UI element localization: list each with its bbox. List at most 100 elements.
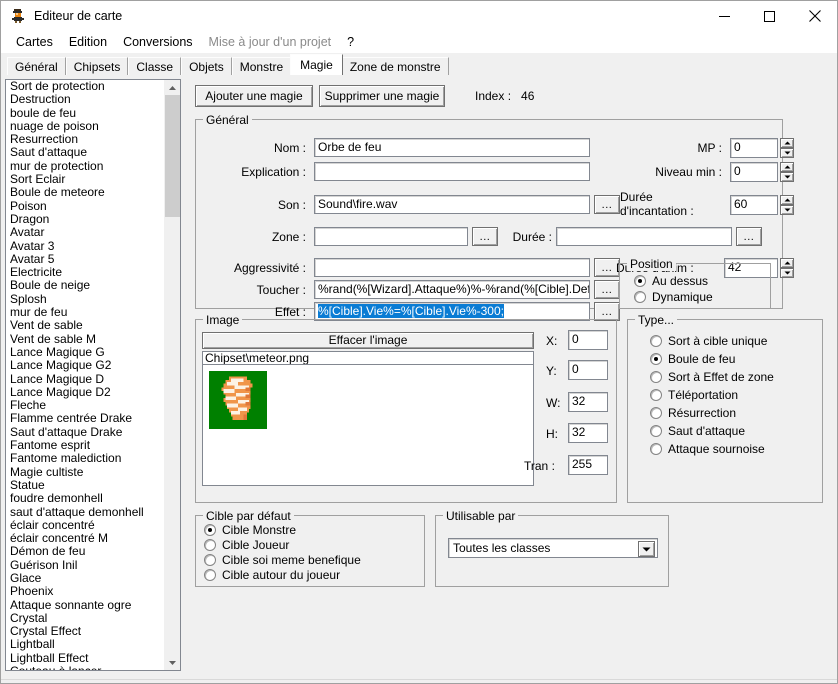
minimize-button[interactable] (702, 1, 747, 31)
duree-incantation-spinner[interactable] (780, 195, 794, 215)
mp-spin-up-icon[interactable] (780, 138, 794, 148)
chevron-down-icon[interactable] (638, 541, 655, 557)
niveau-min-spin-down-icon[interactable] (780, 172, 794, 182)
list-item[interactable]: Crystal Effect (6, 625, 164, 638)
menu-conversions[interactable]: Conversions (115, 34, 200, 50)
duree-browse-button[interactable]: ... (736, 227, 762, 246)
scroll-down-arrow-icon[interactable] (165, 655, 180, 670)
delete-spell-button[interactable]: Supprimer une magie (319, 85, 445, 107)
aggressivite-input[interactable] (314, 258, 590, 277)
menu-cartes[interactable]: Cartes (8, 34, 61, 50)
maximize-button[interactable] (747, 1, 792, 31)
list-item[interactable]: Electricite (6, 266, 164, 279)
classe-select[interactable]: Toutes les classes (448, 538, 658, 558)
list-item[interactable]: Flamme centrée Drake (6, 412, 164, 425)
list-item[interactable]: Destruction (6, 93, 164, 106)
list-item[interactable]: Saut d'attaque (6, 146, 164, 159)
spell-listbox[interactable]: Sort de protectionDestructionboule de fe… (5, 79, 181, 671)
list-item[interactable]: Statue (6, 479, 164, 492)
list-item[interactable]: Guérison Inil (6, 559, 164, 572)
menu-edition[interactable]: Edition (61, 34, 115, 50)
scrollbar-thumb[interactable] (165, 95, 180, 217)
list-item[interactable]: Lance Magique G2 (6, 359, 164, 372)
duree-anim-spin-down-icon[interactable] (780, 268, 794, 278)
toucher-input[interactable]: %rand(%[Wizard].Attaque%)%-%rand(%[Cible… (314, 280, 590, 299)
tab-magie[interactable]: Magie (290, 54, 343, 75)
scroll-up-arrow-icon[interactable] (165, 80, 180, 95)
type-option-0[interactable]: Sort à cible unique (650, 334, 767, 348)
duree-incantation-spin-up-icon[interactable] (780, 195, 794, 205)
cible-option-2[interactable]: Cible soi meme benefique (204, 553, 361, 567)
niveau-min-spin-up-icon[interactable] (780, 162, 794, 172)
niveau-min-spinner[interactable] (780, 162, 794, 182)
type-option-5[interactable]: Saut d'attaque (650, 424, 745, 438)
list-item[interactable]: Sort de protection (6, 80, 164, 93)
image-x-input[interactable]: 0 (568, 330, 608, 350)
list-item[interactable]: foudre demonhell (6, 492, 164, 505)
niveau-min-input[interactable]: 0 (730, 162, 778, 182)
type-option-4[interactable]: Résurrection (650, 406, 736, 420)
list-item[interactable]: Vent de sable (6, 319, 164, 332)
son-input[interactable]: Sound\fire.wav (314, 195, 590, 214)
tab-monstre[interactable]: Monstre (232, 57, 291, 75)
list-item[interactable]: Lightball (6, 638, 164, 651)
list-item[interactable]: Lance Magique D2 (6, 386, 164, 399)
close-button[interactable] (792, 1, 837, 31)
image-h-input[interactable]: 32 (568, 423, 608, 443)
list-item[interactable]: éclair concentré (6, 519, 164, 532)
tab-classe[interactable]: Classe (128, 57, 181, 75)
explication-input[interactable] (314, 162, 590, 181)
mp-input[interactable]: 0 (730, 138, 778, 158)
cible-option-0[interactable]: Cible Monstre (204, 523, 296, 537)
list-item[interactable]: Démon de feu (6, 545, 164, 558)
list-item[interactable]: Saut d'attaque Drake (6, 426, 164, 439)
image-w-input[interactable]: 32 (568, 392, 608, 412)
list-item[interactable]: Splosh (6, 293, 164, 306)
list-item[interactable]: Attaque sonnante ogre (6, 599, 164, 612)
cible-option-3[interactable]: Cible autour du joueur (204, 568, 340, 582)
list-item[interactable]: Resurrection (6, 133, 164, 146)
zone-input[interactable] (314, 227, 468, 246)
list-item[interactable]: Vent de sable M (6, 333, 164, 346)
list-item[interactable]: Couteau à lancer (6, 665, 164, 670)
position-option-dynamique[interactable]: Dynamique (634, 290, 713, 304)
tab-zone-de-monstre[interactable]: Zone de monstre (342, 57, 449, 75)
position-option-au-dessus[interactable]: Au dessus (634, 274, 708, 288)
list-item[interactable]: Magie cultiste (6, 466, 164, 479)
list-item[interactable]: Fleche (6, 399, 164, 412)
type-option-2[interactable]: Sort à Effet de zone (650, 370, 774, 384)
son-browse-button[interactable]: ... (594, 195, 620, 214)
list-item[interactable]: Avatar 3 (6, 240, 164, 253)
list-item[interactable]: Boule de neige (6, 279, 164, 292)
list-item[interactable]: Fantome esprit (6, 439, 164, 452)
list-item[interactable]: Lance Magique D (6, 373, 164, 386)
list-item[interactable]: éclair concentré M (6, 532, 164, 545)
image-preview-canvas[interactable] (202, 364, 534, 486)
nom-input[interactable]: Orbe de feu (314, 138, 590, 157)
type-option-3[interactable]: Téléportation (650, 388, 738, 402)
menu-help[interactable]: ? (339, 34, 362, 50)
list-item[interactable]: Phoenix (6, 585, 164, 598)
scrollbar-track[interactable] (165, 95, 180, 655)
list-item[interactable]: Lance Magique G (6, 346, 164, 359)
duree-incantation-spin-down-icon[interactable] (780, 205, 794, 215)
image-tran-input[interactable]: 255 (568, 455, 608, 475)
duree-incantation-input[interactable]: 60 (730, 195, 778, 215)
list-item[interactable]: Dragon (6, 213, 164, 226)
duree-anim-spinner[interactable] (780, 258, 794, 278)
list-item[interactable]: boule de feu (6, 107, 164, 120)
mp-spin-down-icon[interactable] (780, 148, 794, 158)
list-item[interactable]: Avatar (6, 226, 164, 239)
list-item[interactable]: mur de protection (6, 160, 164, 173)
list-item[interactable]: mur de feu (6, 306, 164, 319)
list-item[interactable]: Lightball Effect (6, 652, 164, 665)
list-item[interactable]: Boule de meteore (6, 186, 164, 199)
list-item[interactable]: saut d'attaque demonhell (6, 506, 164, 519)
spell-list-items[interactable]: Sort de protectionDestructionboule de fe… (6, 80, 164, 670)
tab-objets[interactable]: Objets (181, 57, 232, 75)
image-path-input[interactable]: Chipset\meteor.png (202, 351, 534, 365)
type-option-1[interactable]: Boule de feu (650, 352, 735, 366)
add-spell-button[interactable]: Ajouter une magie (195, 85, 313, 107)
list-item[interactable]: Avatar 5 (6, 253, 164, 266)
list-item[interactable]: Sort Eclair (6, 173, 164, 186)
